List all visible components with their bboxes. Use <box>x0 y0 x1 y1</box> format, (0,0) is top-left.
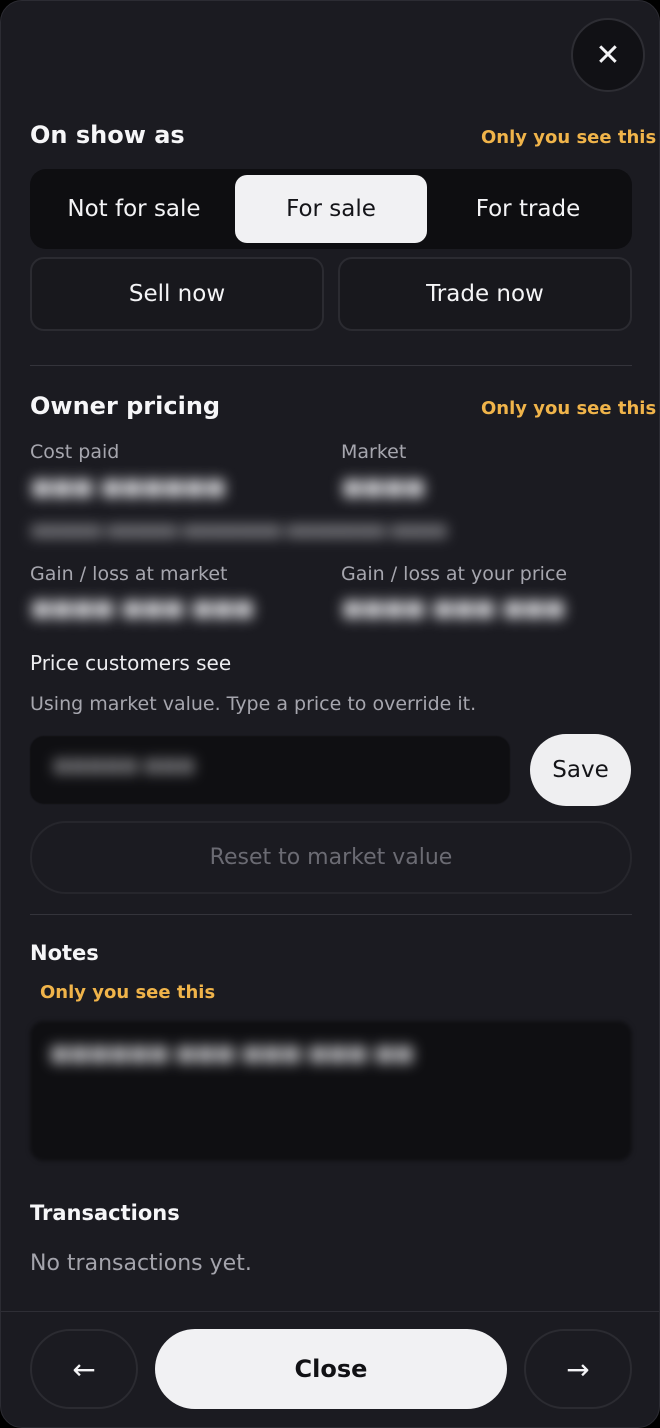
on-show-title: On show as <box>30 121 185 149</box>
notes-private-hint: Only you see this <box>40 982 216 1003</box>
market-label: Market <box>341 441 407 463</box>
cost-paid-label: Cost paid <box>30 441 120 463</box>
market-value-redacted: ■■■■ <box>342 475 426 500</box>
price-help-text: Using market value. Type a price to over… <box>30 693 477 715</box>
trade-now-button[interactable]: Trade now <box>338 257 632 331</box>
segment-not-for-sale[interactable]: Not for sale <box>36 175 232 243</box>
save-price-button[interactable]: Save <box>530 734 631 806</box>
segment-for-trade[interactable]: For trade <box>430 175 626 243</box>
next-arrow-icon[interactable]: → <box>524 1329 632 1409</box>
close-button[interactable]: Close <box>155 1329 507 1409</box>
price-customers-see-label: Price customers see <box>30 651 232 675</box>
gain-loss-price-label: Gain / loss at your price <box>341 563 568 585</box>
section-divider <box>30 914 632 915</box>
gain-loss-price-redacted: ■■■■ ■■■ ■■■ <box>342 596 566 621</box>
gain-loss-market-label: Gain / loss at market <box>30 563 228 585</box>
cost-note-redacted: ■■■■■ ■■■■■ ■■■■■■■ ■■■■■■■ ■■■■ <box>31 521 447 539</box>
owner-pricing-title: Owner pricing <box>30 392 221 420</box>
notes-text-redacted: ■■■■■■ ■■■ ■■■ ■■■ ■■ <box>50 1041 415 1065</box>
segment-for-sale[interactable]: For sale <box>235 175 427 243</box>
previous-arrow-icon[interactable]: ← <box>30 1329 138 1409</box>
item-detail-panel: ✕ On show as Only you see this Not for s… <box>0 0 660 1428</box>
notes-title: Notes <box>30 941 99 965</box>
section-divider <box>30 365 632 366</box>
transactions-empty-text: No transactions yet. <box>30 1251 252 1276</box>
sell-now-button[interactable]: Sell now <box>30 257 324 331</box>
cost-paid-value-redacted: ■■■ ■■■■■■ <box>31 475 226 500</box>
transactions-title: Transactions <box>30 1201 180 1225</box>
owner-pricing-private-hint: Only you see this <box>481 398 657 419</box>
on-show-private-hint: Only you see this <box>481 127 657 148</box>
close-icon[interactable]: ✕ <box>571 18 645 92</box>
reset-to-market-button[interactable]: Reset to market value <box>30 821 632 894</box>
gain-loss-market-redacted: ■■■■ ■■■ ■■■ <box>31 596 255 621</box>
sale-status-segmented-control: Not for sale For sale For trade <box>30 169 632 249</box>
price-input-value-redacted: ■■■■■ ■■■ <box>53 755 195 776</box>
footer-divider <box>1 1311 659 1312</box>
